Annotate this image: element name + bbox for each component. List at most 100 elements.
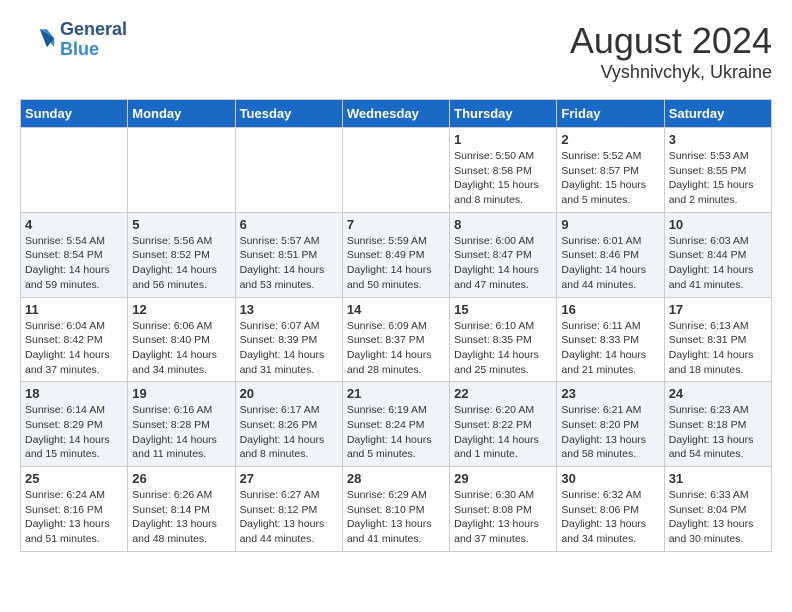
logo: General Blue xyxy=(20,20,127,60)
calendar-cell: 14 Sunrise: 6:09 AM Sunset: 8:37 PM Dayli… xyxy=(342,297,449,382)
calendar-cell: 29 Sunrise: 6:30 AM Sunset: 8:08 PM Dayli… xyxy=(450,467,557,552)
calendar-cell xyxy=(21,128,128,213)
month-title: August 2024 xyxy=(570,20,772,62)
day-header-sunday: Sunday xyxy=(21,100,128,128)
calendar-cell: 10 Sunrise: 6:03 AM Sunset: 8:44 PM Dayli… xyxy=(664,212,771,297)
day-info: Sunrise: 5:52 AM Sunset: 8:57 PM Dayligh… xyxy=(561,149,659,208)
calendar-cell: 2 Sunrise: 5:52 AM Sunset: 8:57 PM Daylig… xyxy=(557,128,664,213)
day-number: 27 xyxy=(240,471,338,486)
day-info: Sunrise: 6:00 AM Sunset: 8:47 PM Dayligh… xyxy=(454,234,552,293)
title-area: August 2024 Vyshnivchyk, Ukraine xyxy=(570,20,772,83)
day-info: Sunrise: 6:30 AM Sunset: 8:08 PM Dayligh… xyxy=(454,488,552,547)
day-number: 20 xyxy=(240,386,338,401)
calendar-cell xyxy=(342,128,449,213)
day-number: 6 xyxy=(240,217,338,232)
day-number: 19 xyxy=(132,386,230,401)
day-info: Sunrise: 6:04 AM Sunset: 8:42 PM Dayligh… xyxy=(25,319,123,378)
calendar-week-row: 11Sunrise: 6:04 AM Sunset: 8:42 PM Dayli… xyxy=(21,297,772,382)
calendar-cell: 19 Sunrise: 6:16 AM Sunset: 8:28 PM Dayli… xyxy=(128,382,235,467)
day-info: Sunrise: 5:50 AM Sunset: 8:58 PM Dayligh… xyxy=(454,149,552,208)
day-info: Sunrise: 6:09 AM Sunset: 8:37 PM Dayligh… xyxy=(347,319,445,378)
calendar-cell xyxy=(128,128,235,213)
calendar-cell: 21 Sunrise: 6:19 AM Sunset: 8:24 PM Dayli… xyxy=(342,382,449,467)
calendar-cell: 17Sunrise: 6:13 AM Sunset: 8:31 PM Dayli… xyxy=(664,297,771,382)
calendar-cell: 15 Sunrise: 6:10 AM Sunset: 8:35 PM Dayli… xyxy=(450,297,557,382)
day-number: 5 xyxy=(132,217,230,232)
day-info: Sunrise: 6:16 AM Sunset: 8:28 PM Dayligh… xyxy=(132,403,230,462)
calendar-cell: 7Sunrise: 5:59 AM Sunset: 8:49 PM Daylig… xyxy=(342,212,449,297)
calendar-cell: 11Sunrise: 6:04 AM Sunset: 8:42 PM Dayli… xyxy=(21,297,128,382)
day-number: 14 xyxy=(347,302,445,317)
day-number: 2 xyxy=(561,132,659,147)
calendar-cell: 31 Sunrise: 6:33 AM Sunset: 8:04 PM Dayli… xyxy=(664,467,771,552)
calendar-cell: 28 Sunrise: 6:29 AM Sunset: 8:10 PM Dayli… xyxy=(342,467,449,552)
day-info: Sunrise: 6:03 AM Sunset: 8:44 PM Dayligh… xyxy=(669,234,767,293)
day-header-saturday: Saturday xyxy=(664,100,771,128)
calendar-cell: 9 Sunrise: 6:01 AM Sunset: 8:46 PM Daylig… xyxy=(557,212,664,297)
day-info: Sunrise: 6:14 AM Sunset: 8:29 PM Dayligh… xyxy=(25,403,123,462)
day-number: 12 xyxy=(132,302,230,317)
calendar-week-row: 4 Sunrise: 5:54 AM Sunset: 8:54 PM Daylig… xyxy=(21,212,772,297)
day-info: Sunrise: 6:29 AM Sunset: 8:10 PM Dayligh… xyxy=(347,488,445,547)
day-info: Sunrise: 6:19 AM Sunset: 8:24 PM Dayligh… xyxy=(347,403,445,462)
day-info: Sunrise: 6:17 AM Sunset: 8:26 PM Dayligh… xyxy=(240,403,338,462)
day-number: 9 xyxy=(561,217,659,232)
day-info: Sunrise: 6:24 AM Sunset: 8:16 PM Dayligh… xyxy=(25,488,123,547)
day-info: Sunrise: 6:23 AM Sunset: 8:18 PM Dayligh… xyxy=(669,403,767,462)
day-info: Sunrise: 5:54 AM Sunset: 8:54 PM Dayligh… xyxy=(25,234,123,293)
day-info: Sunrise: 6:33 AM Sunset: 8:04 PM Dayligh… xyxy=(669,488,767,547)
day-number: 28 xyxy=(347,471,445,486)
day-info: Sunrise: 6:32 AM Sunset: 8:06 PM Dayligh… xyxy=(561,488,659,547)
day-info: Sunrise: 6:20 AM Sunset: 8:22 PM Dayligh… xyxy=(454,403,552,462)
day-number: 13 xyxy=(240,302,338,317)
calendar-week-row: 1 Sunrise: 5:50 AM Sunset: 8:58 PM Daylig… xyxy=(21,128,772,213)
day-number: 29 xyxy=(454,471,552,486)
calendar-cell: 6 Sunrise: 5:57 AM Sunset: 8:51 PM Daylig… xyxy=(235,212,342,297)
day-number: 25 xyxy=(25,471,123,486)
day-number: 15 xyxy=(454,302,552,317)
calendar-week-row: 25 Sunrise: 6:24 AM Sunset: 8:16 PM Dayli… xyxy=(21,467,772,552)
day-number: 8 xyxy=(454,217,552,232)
logo-top: General xyxy=(60,20,127,40)
day-number: 1 xyxy=(454,132,552,147)
day-info: Sunrise: 5:57 AM Sunset: 8:51 PM Dayligh… xyxy=(240,234,338,293)
calendar-header-row: SundayMondayTuesdayWednesdayThursdayFrid… xyxy=(21,100,772,128)
logo-bottom: Blue xyxy=(60,40,127,60)
day-number: 10 xyxy=(669,217,767,232)
day-number: 31 xyxy=(669,471,767,486)
calendar-week-row: 18 Sunrise: 6:14 AM Sunset: 8:29 PM Dayli… xyxy=(21,382,772,467)
calendar-cell: 23Sunrise: 6:21 AM Sunset: 8:20 PM Dayli… xyxy=(557,382,664,467)
calendar-table: SundayMondayTuesdayWednesdayThursdayFrid… xyxy=(20,99,772,552)
calendar-cell: 1 Sunrise: 5:50 AM Sunset: 8:58 PM Daylig… xyxy=(450,128,557,213)
day-number: 18 xyxy=(25,386,123,401)
calendar-cell xyxy=(235,128,342,213)
day-header-wednesday: Wednesday xyxy=(342,100,449,128)
day-number: 21 xyxy=(347,386,445,401)
calendar-cell: 24Sunrise: 6:23 AM Sunset: 8:18 PM Dayli… xyxy=(664,382,771,467)
calendar-cell: 25 Sunrise: 6:24 AM Sunset: 8:16 PM Dayli… xyxy=(21,467,128,552)
calendar-cell: 16Sunrise: 6:11 AM Sunset: 8:33 PM Dayli… xyxy=(557,297,664,382)
day-number: 3 xyxy=(669,132,767,147)
calendar-cell: 30Sunrise: 6:32 AM Sunset: 8:06 PM Dayli… xyxy=(557,467,664,552)
calendar-cell: 18 Sunrise: 6:14 AM Sunset: 8:29 PM Dayli… xyxy=(21,382,128,467)
day-info: Sunrise: 6:07 AM Sunset: 8:39 PM Dayligh… xyxy=(240,319,338,378)
day-info: Sunrise: 6:11 AM Sunset: 8:33 PM Dayligh… xyxy=(561,319,659,378)
calendar-cell: 26 Sunrise: 6:26 AM Sunset: 8:14 PM Dayli… xyxy=(128,467,235,552)
day-number: 22 xyxy=(454,386,552,401)
logo-icon xyxy=(20,22,56,58)
calendar-cell: 3Sunrise: 5:53 AM Sunset: 8:55 PM Daylig… xyxy=(664,128,771,213)
calendar-cell: 5Sunrise: 5:56 AM Sunset: 8:52 PM Daylig… xyxy=(128,212,235,297)
calendar-cell: 22 Sunrise: 6:20 AM Sunset: 8:22 PM Dayli… xyxy=(450,382,557,467)
day-number: 4 xyxy=(25,217,123,232)
day-number: 26 xyxy=(132,471,230,486)
day-info: Sunrise: 6:10 AM Sunset: 8:35 PM Dayligh… xyxy=(454,319,552,378)
day-info: Sunrise: 6:26 AM Sunset: 8:14 PM Dayligh… xyxy=(132,488,230,547)
day-info: Sunrise: 6:27 AM Sunset: 8:12 PM Dayligh… xyxy=(240,488,338,547)
day-info: Sunrise: 6:01 AM Sunset: 8:46 PM Dayligh… xyxy=(561,234,659,293)
day-header-monday: Monday xyxy=(128,100,235,128)
day-info: Sunrise: 6:06 AM Sunset: 8:40 PM Dayligh… xyxy=(132,319,230,378)
calendar-cell: 20 Sunrise: 6:17 AM Sunset: 8:26 PM Dayli… xyxy=(235,382,342,467)
day-number: 7 xyxy=(347,217,445,232)
day-info: Sunrise: 6:21 AM Sunset: 8:20 PM Dayligh… xyxy=(561,403,659,462)
day-header-friday: Friday xyxy=(557,100,664,128)
